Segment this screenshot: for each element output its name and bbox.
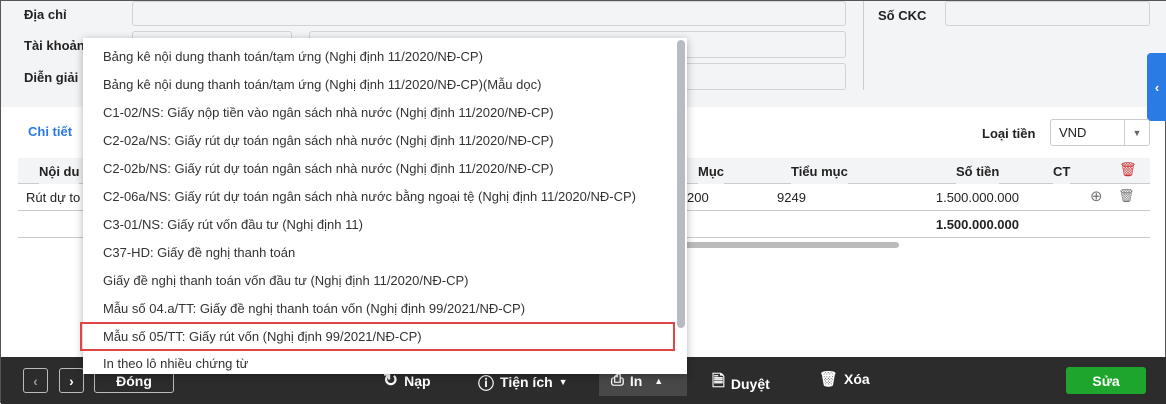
menu-item[interactable]: Mẫu số 04.a/TT: Giấy đề nghị thanh toán … bbox=[103, 301, 525, 316]
caret-up-icon: ▲ bbox=[654, 375, 664, 386]
header-content[interactable]: Nội du bbox=[39, 158, 80, 184]
add-row-icon[interactable]: ⊕ bbox=[1090, 187, 1103, 205]
currency-label: Loại tiền bbox=[982, 126, 1036, 141]
printer-icon: ⎙ bbox=[611, 371, 624, 389]
row-so-tien: 1.500.000.000 bbox=[935, 190, 1019, 205]
account-label: Tài khoản bbox=[24, 38, 85, 53]
approve-label: Duyệt bbox=[730, 375, 770, 392]
delete-all-icon[interactable]: 🗑 bbox=[1119, 161, 1137, 178]
menu-item[interactable]: Bảng kê nội dung thanh toán/tạm ứng (Ngh… bbox=[103, 49, 483, 64]
chevron-down-icon: ▼ bbox=[1124, 120, 1149, 145]
prev-button[interactable]: ‹ bbox=[23, 368, 48, 393]
address-input[interactable] bbox=[132, 1, 846, 26]
menu-item[interactable]: C2-06a/NS: Giấy rút dự toán ngân sách nh… bbox=[103, 189, 636, 204]
divider bbox=[863, 1, 864, 90]
delete-button[interactable]: 🗑 Xóa bbox=[819, 370, 870, 388]
menu-item[interactable]: Giấy đề nghị thanh toán vốn đầu tư (Nghị… bbox=[103, 273, 468, 288]
menu-item[interactable]: C1-02/NS: Giấy nộp tiền vào ngân sách nh… bbox=[103, 105, 554, 120]
collapse-panel-button[interactable]: ‹ bbox=[1147, 53, 1166, 121]
header-muc[interactable]: Mục bbox=[698, 158, 724, 184]
address-label: Địa chỉ bbox=[24, 7, 67, 22]
currency-value: VND bbox=[1059, 125, 1087, 140]
chevron-left-icon: ‹ bbox=[1154, 79, 1160, 95]
delete-label: Xóa bbox=[844, 371, 870, 387]
row-tieu-muc: 9249 bbox=[777, 190, 806, 205]
edit-label: Sửa bbox=[1092, 372, 1120, 389]
ckc-label: Số CKC bbox=[878, 8, 927, 23]
row-muc: 200 bbox=[687, 190, 709, 205]
header-so-tien[interactable]: Số tiền bbox=[956, 158, 1000, 184]
header-tieu-muc[interactable]: Tiểu mục bbox=[791, 158, 848, 184]
delete-row-icon[interactable]: 🗑 bbox=[1118, 188, 1135, 204]
menu-scrollbar[interactable] bbox=[677, 40, 685, 328]
menu-item[interactable]: C37-HD: Giấy đề nghị thanh toán bbox=[103, 245, 295, 260]
currency-select[interactable]: VND ▼ bbox=[1050, 119, 1150, 146]
trash-icon: 🗑 bbox=[819, 371, 839, 388]
ckc-input[interactable] bbox=[945, 1, 1150, 26]
document-icon: 🗎 bbox=[712, 373, 725, 390]
selected-item-highlight bbox=[80, 322, 675, 351]
header-ct[interactable]: CT bbox=[1053, 158, 1071, 184]
utilities-label: Tiện ích bbox=[500, 374, 553, 390]
horizontal-scrollbar[interactable] bbox=[681, 242, 899, 248]
edit-button[interactable]: Sửa bbox=[1066, 367, 1146, 394]
row-content: Rút dự to bbox=[26, 190, 81, 205]
next-button[interactable]: › bbox=[59, 368, 84, 393]
menu-item[interactable]: C2-02b/NS: Giấy rút dự toán ngân sách nh… bbox=[103, 161, 554, 176]
total-so-tien: 1.500.000.000 bbox=[935, 217, 1019, 232]
description-label: Diễn giải bbox=[24, 70, 79, 85]
menu-item[interactable]: C3-01/NS: Giấy rút vốn đầu tư (Nghị định… bbox=[103, 217, 363, 232]
menu-item[interactable]: Bảng kê nội dung thanh toán/tạm ứng (Ngh… bbox=[103, 77, 541, 92]
close-label: Đóng bbox=[116, 372, 152, 389]
tab-detail[interactable]: Chi tiết bbox=[28, 124, 72, 139]
approve-button[interactable]: 🗎 Duyệt bbox=[712, 370, 770, 397]
menu-item[interactable]: In theo lô nhiều chứng từ bbox=[103, 356, 248, 371]
reload-label: Nạp bbox=[404, 372, 431, 389]
menu-item[interactable]: C2-02a/NS: Giấy rút dự toán ngân sách nh… bbox=[103, 133, 554, 148]
caret-down-icon: ▼ bbox=[558, 377, 568, 387]
print-label: In bbox=[629, 372, 643, 389]
